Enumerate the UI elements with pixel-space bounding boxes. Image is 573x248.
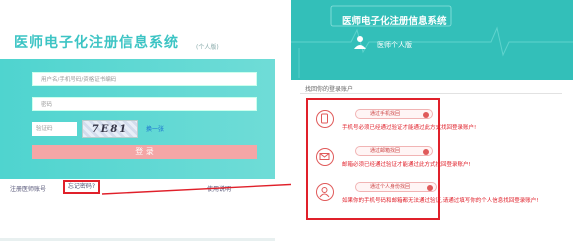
recover-by-email-button[interactable]: 通过邮箱找回 [355,146,433,156]
register-link[interactable]: 注册医师账号 [10,184,46,193]
section-divider [300,93,562,94]
forgot-password-link[interactable]: 忘记密码? [63,180,100,194]
captcha-image[interactable]: 7E81 [82,120,138,138]
recover-by-email-desc: 邮箱必须已经通过验证才能通过此方式找回登录账户! [342,162,471,168]
login-page-subtitle: (个人版) [196,44,219,51]
recovery-header [291,0,573,80]
refresh-captcha-link[interactable]: 换一张 [146,124,164,133]
phone-icon [316,110,334,128]
recover-by-identity-button[interactable]: 通过个人身份找回 [355,182,437,192]
recovery-page-subtitle: 医师个人版 [377,41,412,49]
recover-by-phone-label: 通过手机找回 [370,111,401,117]
login-page-title: 医师电子化注册信息系统 [14,35,179,51]
section-label: 找回你的登录账户 [305,86,354,93]
recover-by-identity-label: 通过个人身份找回 [370,184,411,190]
recover-by-phone-desc: 手机号必须已经通过验证才能通过此方式找回登录账户! [342,125,477,131]
captcha-input[interactable]: 验证码 [32,122,77,136]
login-button[interactable]: 登 录 [32,145,257,159]
username-input[interactable]: 用户名/手机号码/资格证书编码 [32,72,257,86]
password-input[interactable]: 密码 [32,97,257,111]
recover-by-phone-button[interactable]: 通过手机找回 [355,109,433,119]
ecg-decoration [291,5,573,78]
email-icon [316,148,334,166]
doctor-icon [354,36,366,49]
footer-divider [0,238,275,241]
user-id-icon [316,183,334,201]
login-card: 用户名/手机号码/资格证书编码 密码 [0,59,275,179]
recovery-page-title: 医师电子化注册信息系统 [342,16,447,27]
recover-by-identity-desc: 如果你的手机号码和邮箱都无法通过验证,请通过填写你的个人信息找回登录账户! [342,198,539,204]
recover-by-email-label: 通过邮箱找回 [370,148,401,154]
annotation-arrow [101,180,308,195]
